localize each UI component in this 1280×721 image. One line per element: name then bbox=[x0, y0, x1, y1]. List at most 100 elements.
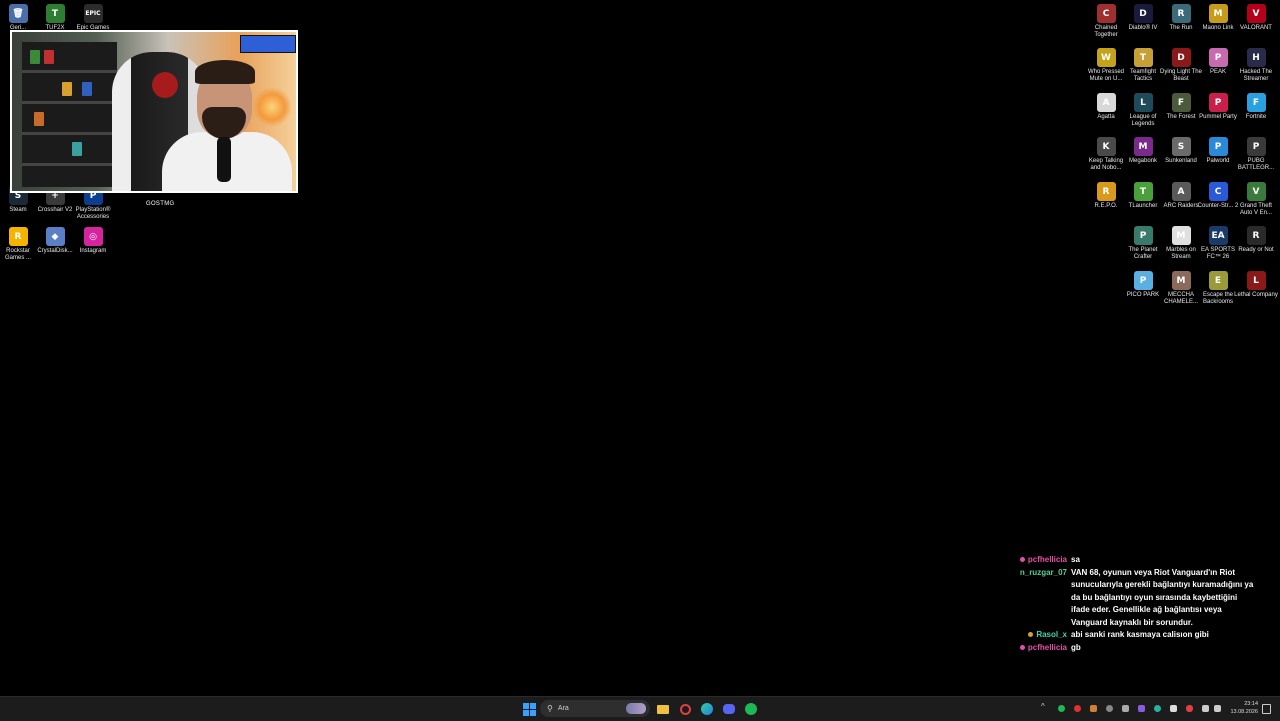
spotify-icon[interactable] bbox=[743, 701, 759, 717]
palworld-icon: P bbox=[1208, 137, 1228, 156]
file-explorer-icon[interactable] bbox=[655, 701, 671, 717]
discord-icon[interactable] bbox=[721, 701, 737, 717]
repo-icon: R bbox=[1096, 182, 1116, 201]
ready-or-not-icon: R bbox=[1246, 226, 1266, 245]
desktop-icon-label: Grand Theft Auto V En... bbox=[1239, 203, 1273, 216]
tray-icon-teal[interactable] bbox=[1154, 705, 1161, 712]
desktop-icon-label: Hacked The Streamer bbox=[1239, 69, 1273, 82]
desktop-icon-arc-raiders[interactable]: A ARC Raiders bbox=[1162, 182, 1200, 210]
tray-icon-green[interactable] bbox=[1058, 705, 1065, 712]
chrome-like-icon[interactable] bbox=[677, 701, 693, 717]
keep-talking-icon: K bbox=[1096, 137, 1116, 156]
chat-text: abi sanki rank kasmaya calisıon gibi bbox=[1071, 630, 1209, 639]
clock-time: 23:14 bbox=[1244, 701, 1258, 707]
desktop-icon-palworld[interactable]: P Palworld bbox=[1199, 137, 1237, 165]
desktop-icon-ea-fc[interactable]: EA EA SPORTS FC™ 26 bbox=[1199, 226, 1237, 261]
desktop-icon-pummel-party[interactable]: P Pummel Party bbox=[1199, 93, 1237, 121]
volume-icon[interactable] bbox=[1202, 705, 1209, 712]
desktop-icon-sunkenland[interactable]: S Sunkenland bbox=[1162, 137, 1200, 165]
diablo-icon: D bbox=[1133, 4, 1153, 23]
desktop-icon-ready-or-not[interactable]: R Ready or Not bbox=[1237, 226, 1275, 254]
desktop-icon-pubg[interactable]: P PUBG BATTLEGR... bbox=[1237, 137, 1275, 172]
tuf-icon: T bbox=[45, 4, 65, 23]
chat-username: Rasol_x bbox=[1018, 629, 1071, 642]
clock-date: 13.08.2026 bbox=[1230, 709, 1258, 715]
tray-icon-gray[interactable] bbox=[1106, 705, 1113, 712]
desktop-icon-the-run[interactable]: R The Run bbox=[1162, 4, 1200, 32]
desktop-icon-tuf[interactable]: T TUF2X bbox=[36, 4, 74, 32]
desktop-icon-teamfight-tactics[interactable]: T Teamfight Tactics bbox=[1124, 48, 1162, 83]
chat-username: pcfhellicia bbox=[1018, 642, 1071, 655]
desktop-icon-recycle-bin[interactable]: 🗑 Geri... bbox=[0, 4, 37, 32]
desktop-icon-megabonk[interactable]: M Megabonk bbox=[1124, 137, 1162, 165]
desktop-icon-gta-v[interactable]: V Grand Theft Auto V En... bbox=[1237, 182, 1275, 217]
desktop-icon-epic-games[interactable]: EPIC Epic Games bbox=[74, 4, 112, 32]
webcam-label: GOSTMG bbox=[146, 201, 175, 207]
hacked-streamer-icon: H bbox=[1246, 48, 1266, 67]
desktop-icon-fortnite[interactable]: F Fortnite bbox=[1237, 93, 1275, 121]
desktop-icon-label: Instagram bbox=[79, 248, 107, 254]
desktop-icon-valorant[interactable]: V VALORANT bbox=[1237, 4, 1275, 32]
desktop-icon-agatta[interactable]: A Agatta bbox=[1087, 93, 1125, 121]
tray-icon-purple[interactable] bbox=[1138, 705, 1145, 712]
desktop-icon-escape-backrooms[interactable]: E Escape the Backrooms bbox=[1199, 271, 1237, 306]
desktop-icon-the-forest[interactable]: F The Forest bbox=[1162, 93, 1200, 121]
desktop-icon-diablo[interactable]: D Diablo® IV bbox=[1124, 4, 1162, 32]
taskbar-clock[interactable]: 23:14 13.08.2026 bbox=[1226, 700, 1258, 716]
chat-message: pcfhellicia gb bbox=[1018, 642, 1258, 655]
windows-start-icon[interactable] bbox=[521, 701, 537, 717]
desktop-icon-chained-together[interactable]: C Chained Together bbox=[1087, 4, 1125, 39]
dying-light-icon: D bbox=[1171, 48, 1191, 67]
meccha-chameleon-icon: M bbox=[1171, 271, 1191, 290]
desktop-icon-counter-strike[interactable]: C Counter-Str... 2 bbox=[1198, 182, 1238, 210]
chat-username-text: pcfhellicia bbox=[1027, 555, 1067, 564]
epic-games-icon: EPIC bbox=[83, 4, 103, 23]
network-icon[interactable] bbox=[1214, 705, 1221, 712]
desktop-icon-keep-talking[interactable]: K Keep Talking and Nobo... bbox=[1087, 137, 1125, 172]
tray-icon-orange[interactable] bbox=[1090, 705, 1097, 712]
desktop-icon-label: Lethal Company bbox=[1234, 292, 1278, 298]
desktop-icon-marbles[interactable]: M Marbles on Stream bbox=[1162, 226, 1200, 261]
maono-link-icon: M bbox=[1208, 4, 1228, 23]
desktop-icon-crystaldisk[interactable]: ◆ CrystalDisk... bbox=[36, 227, 74, 255]
chat-badge-icon bbox=[1019, 557, 1025, 563]
desktop-icon-planet-crafter[interactable]: P The Planet Crafter bbox=[1124, 226, 1162, 261]
desktop-icon-meccha-chameleon[interactable]: M MECCHA CHAMELE... bbox=[1162, 271, 1200, 306]
arc-raiders-icon: A bbox=[1171, 182, 1191, 201]
desktop-icon-instagram[interactable]: ◎ Instagram bbox=[74, 227, 112, 255]
tray-icon-white[interactable] bbox=[1170, 705, 1177, 712]
desktop-icon-repo[interactable]: R R.E.P.O. bbox=[1087, 182, 1125, 210]
desktop-icon-maono-link[interactable]: M Maono Link bbox=[1199, 4, 1237, 32]
desktop-icon-who-pressed-mute[interactable]: W Who Pressed Mute on U... bbox=[1087, 48, 1125, 83]
tray-icon-bluetooth[interactable] bbox=[1122, 705, 1129, 712]
chat-message: pcfhellicia sa bbox=[1018, 554, 1258, 567]
teamfight-tactics-icon: T bbox=[1133, 48, 1153, 67]
desktop-icon-label: PlayStation® Accessories bbox=[75, 207, 111, 220]
tray-overflow-icon[interactable]: ^ bbox=[1041, 702, 1045, 711]
chair-logo bbox=[152, 72, 178, 98]
the-forest-icon: F bbox=[1171, 93, 1191, 112]
desktop-icon-rockstar[interactable]: R Rockstar Games ... bbox=[0, 227, 37, 262]
search-placeholder: Ara bbox=[557, 705, 569, 712]
microphone-tray-icon[interactable] bbox=[1186, 705, 1193, 712]
desktop-icon-tlauncher[interactable]: T TLauncher bbox=[1124, 182, 1162, 210]
notification-icon[interactable] bbox=[1262, 704, 1271, 714]
taskbar-search[interactable]: ⚲ Ara bbox=[540, 700, 650, 717]
desktop-icon-peak[interactable]: P PEAK bbox=[1199, 48, 1237, 76]
chat-username-text: pcfhellicia bbox=[1027, 642, 1067, 652]
desktop-icon-lethal-company[interactable]: L Lethal Company bbox=[1234, 271, 1278, 299]
desktop-icon-pico-park[interactable]: P PICO PARK bbox=[1124, 271, 1162, 299]
desktop-icon-dying-light[interactable]: D Dying Light The Beast bbox=[1160, 48, 1202, 83]
desktop-icon-league-of-legends[interactable]: L League of Legends bbox=[1124, 93, 1162, 128]
edge-icon[interactable] bbox=[699, 701, 715, 717]
pubg-icon: P bbox=[1246, 137, 1266, 156]
desktop-icon-hacked-streamer[interactable]: H Hacked The Streamer bbox=[1237, 48, 1275, 83]
chained-together-icon: C bbox=[1096, 4, 1116, 23]
lethal-company-icon: L bbox=[1246, 271, 1266, 290]
rockstar-icon: R bbox=[8, 227, 28, 246]
desktop-icon-label: VALORANT bbox=[1240, 25, 1272, 31]
recycle-bin-icon: 🗑 bbox=[8, 4, 28, 23]
microphone bbox=[217, 137, 231, 182]
escape-backrooms-icon: E bbox=[1208, 271, 1228, 290]
tray-icon-red[interactable] bbox=[1074, 705, 1081, 712]
